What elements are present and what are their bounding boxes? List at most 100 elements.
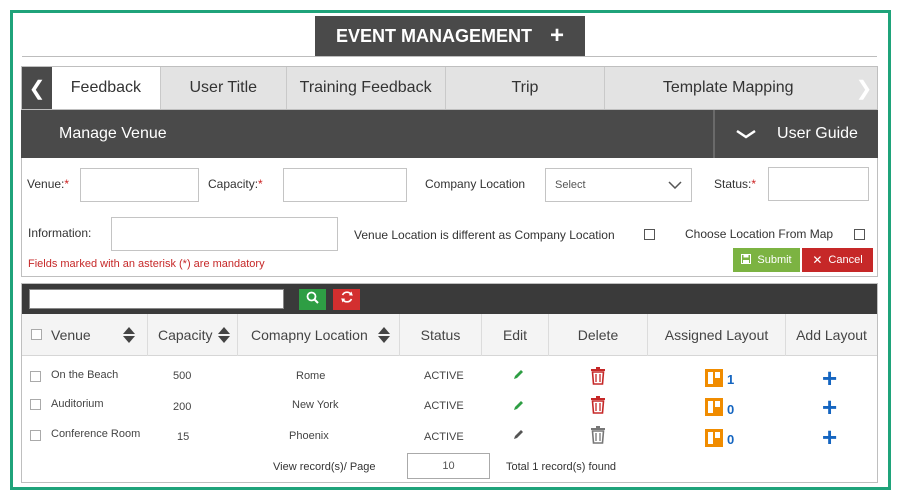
edit-icon[interactable]: [512, 368, 525, 386]
tab-prev-chevron-icon[interactable]: ❮: [22, 67, 52, 109]
layout-count[interactable]: 0: [727, 402, 734, 417]
sort-icon: [218, 327, 231, 343]
cell-capacity: 15: [177, 431, 190, 443]
cell-capacity: 500: [173, 370, 192, 382]
trash-icon[interactable]: [590, 426, 606, 449]
capacity-input[interactable]: [283, 168, 407, 202]
search-input[interactable]: [29, 289, 284, 309]
col-capacity[interactable]: Capacity: [148, 314, 238, 356]
add-layout-plus-icon[interactable]: +: [822, 394, 837, 420]
plus-icon[interactable]: +: [550, 24, 564, 48]
mandatory-note: Fields marked with an asterisk (*) are m…: [28, 258, 265, 270]
venue-input[interactable]: [80, 168, 199, 202]
chevron-down-icon: [668, 178, 682, 192]
cell-location: Phoenix: [289, 430, 329, 442]
total-records-label: Total 1 record(s) found: [506, 461, 617, 473]
col-edit: Edit: [482, 314, 549, 356]
row-checkbox[interactable]: [30, 430, 41, 441]
submit-label: Submit: [757, 254, 792, 266]
cell-location: New York: [292, 399, 339, 411]
information-label: Information:: [28, 226, 92, 240]
cancel-button[interactable]: ✕ Cancel: [802, 248, 873, 272]
col-company-location-label: Comapny Location: [251, 327, 368, 343]
venue-form: Venue:* Capacity:* Company Location Sele…: [21, 158, 878, 277]
status-input[interactable]: [768, 167, 869, 201]
layout-icon[interactable]: [705, 398, 723, 416]
col-add-layout: Add Layout: [786, 314, 877, 356]
company-location-label: Company Location: [425, 177, 526, 191]
row-checkbox[interactable]: [30, 371, 41, 382]
col-status-label: Status: [420, 327, 461, 343]
company-location-value: Select: [555, 179, 586, 191]
page-title: EVENT MANAGEMENT: [335, 25, 532, 46]
tab-template-mapping[interactable]: Template Mapping: [605, 67, 851, 109]
add-layout-plus-icon[interactable]: +: [822, 424, 837, 450]
tab-trip[interactable]: Trip: [446, 67, 606, 109]
cancel-label: Cancel: [828, 254, 863, 266]
tab-training-feedback[interactable]: Training Feedback: [287, 67, 446, 109]
layout-icon[interactable]: [705, 429, 723, 447]
user-guide-toggle[interactable]: User Guide: [713, 110, 878, 158]
col-assigned-layout-label: Assigned Layout: [664, 327, 769, 343]
user-guide-label: User Guide: [777, 125, 858, 142]
status-label: Status:*: [714, 177, 757, 191]
page-size-label: View record(s)/ Page: [273, 461, 376, 473]
add-layout-plus-icon[interactable]: +: [822, 365, 837, 391]
cell-capacity: 200: [173, 401, 192, 413]
search-bar: [22, 284, 877, 314]
table-header: Venue Capacity Comapny Location Status E…: [22, 314, 877, 356]
col-venue-label: Venue: [51, 327, 91, 343]
cell-venue: Auditorium: [51, 398, 104, 410]
col-capacity-label: Capacity: [158, 327, 213, 343]
page-size-input[interactable]: 10: [407, 453, 490, 479]
trash-icon[interactable]: [590, 367, 606, 390]
refresh-button[interactable]: [333, 289, 360, 310]
venue-list: Venue Capacity Comapny Location Status E…: [21, 283, 878, 483]
close-icon: ✕: [812, 253, 823, 267]
trash-icon[interactable]: [590, 396, 606, 419]
choose-location-map-checkbox[interactable]: [854, 229, 865, 240]
tab-feedback[interactable]: Feedback: [51, 67, 161, 109]
submit-button[interactable]: Submit: [733, 248, 800, 272]
col-delete-label: Delete: [577, 327, 619, 343]
cell-venue: Conference Room: [51, 428, 141, 440]
layout-icon[interactable]: [705, 369, 723, 387]
cell-venue: On the Beach: [51, 369, 119, 381]
page-title-bar: EVENT MANAGEMENT +: [315, 16, 585, 56]
search-icon: [306, 291, 319, 309]
col-status: Status: [400, 314, 482, 356]
cell-status: ACTIVE: [424, 370, 464, 382]
tab-user-title[interactable]: User Title: [161, 67, 287, 109]
layout-count[interactable]: 0: [727, 432, 734, 447]
venue-location-different-checkbox[interactable]: [644, 229, 655, 240]
col-venue[interactable]: Venue: [22, 314, 148, 356]
company-location-select[interactable]: Select: [545, 168, 692, 202]
save-icon: [741, 253, 752, 267]
col-company-location[interactable]: Comapny Location: [238, 314, 400, 356]
venue-label: Venue:*: [27, 177, 70, 191]
edit-icon[interactable]: [512, 399, 525, 417]
sort-icon: [377, 327, 390, 343]
layout-count[interactable]: 1: [727, 372, 734, 387]
title-divider: [22, 56, 877, 57]
venue-location-different-label: Venue Location is different as Company L…: [354, 228, 615, 242]
tab-next-chevron-icon[interactable]: ❯: [851, 67, 877, 109]
sort-icon: [122, 327, 135, 343]
edit-icon[interactable]: [512, 428, 525, 446]
section-header: Manage Venue User Guide: [21, 110, 878, 158]
refresh-icon: [340, 290, 354, 309]
cell-status: ACTIVE: [424, 400, 464, 412]
col-delete: Delete: [549, 314, 648, 356]
choose-location-map-label: Choose Location From Map: [685, 227, 834, 241]
col-edit-label: Edit: [502, 327, 528, 343]
cell-location: Rome: [296, 370, 326, 382]
search-button[interactable]: [299, 289, 326, 310]
cell-status: ACTIVE: [424, 431, 464, 443]
capacity-label: Capacity:*: [208, 177, 263, 191]
chevron-down-icon: [735, 126, 757, 142]
row-checkbox[interactable]: [30, 399, 41, 410]
col-assigned-layout: Assigned Layout: [648, 314, 786, 356]
col-add-layout-label: Add Layout: [796, 327, 867, 343]
section-title: Manage Venue: [59, 125, 167, 142]
information-input[interactable]: [111, 217, 338, 251]
